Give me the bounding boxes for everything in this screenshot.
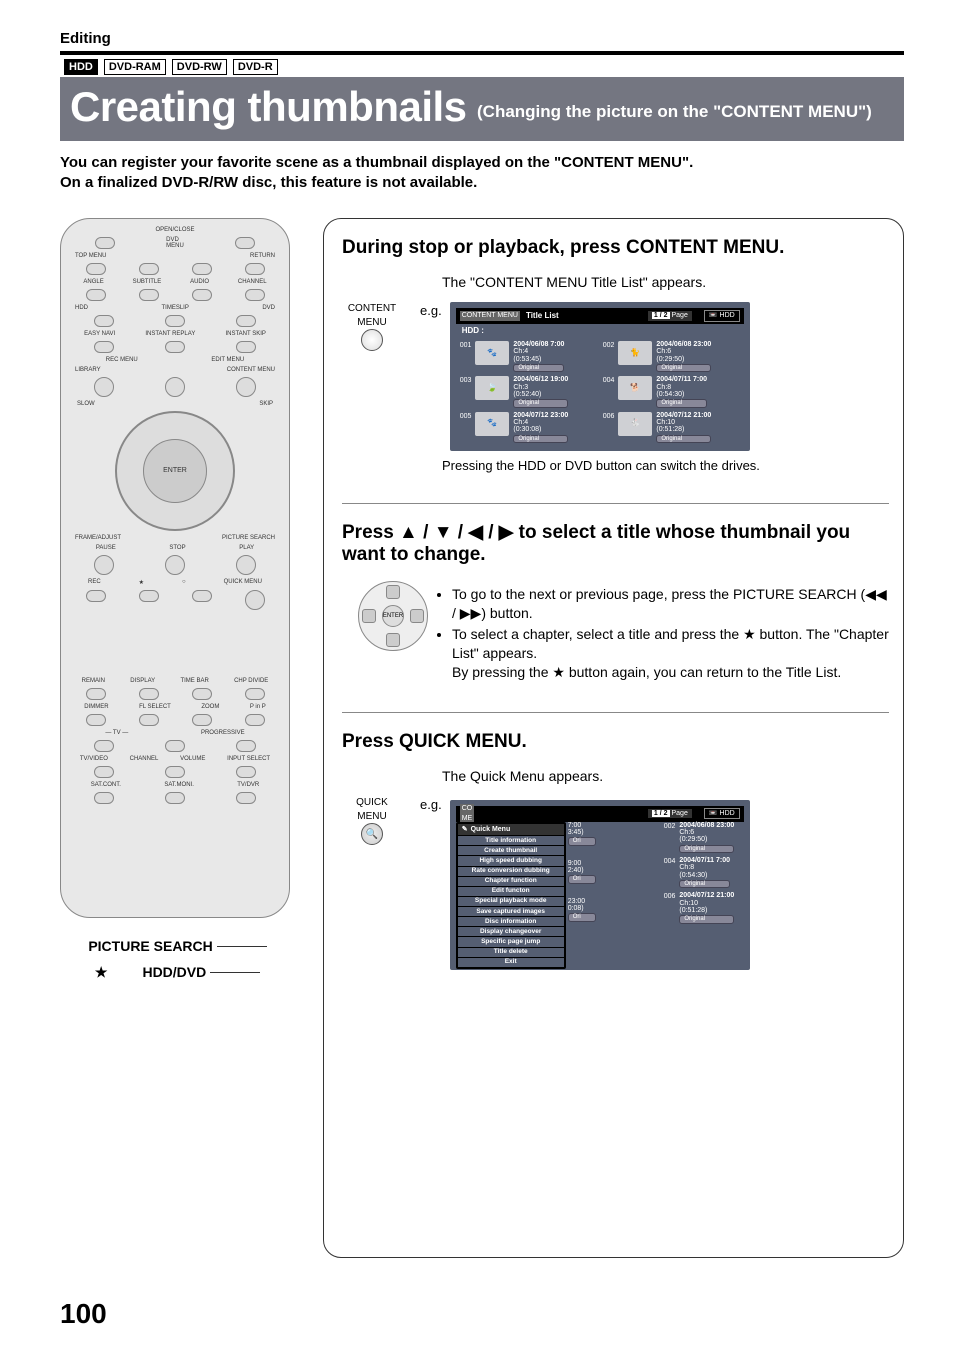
bullet: To go to the next or previous page, pres…: [452, 585, 889, 623]
eg-label-2: e.g.: [420, 796, 442, 814]
osd-quick-menu: COME 1 / 2 Page 📼 HDD ✎ Quick Menu Title…: [450, 800, 750, 970]
step1-note: Pressing the HDD or DVD button can switc…: [442, 457, 889, 475]
content-menu-button-label: CONTENT MENU: [342, 302, 402, 356]
quick-menu-button-icon: 🔍: [361, 823, 383, 845]
steps-panel: During stop or playback, press CONTENT M…: [323, 218, 904, 1258]
osd-tile: 001🐾2004/06/08 7:00Ch:4(0:53:45)Original: [460, 341, 597, 372]
qm-item: Title delete: [458, 948, 564, 957]
step-3: Press QUICK MENU. The Quick Menu appears…: [342, 731, 889, 970]
step3-title: Press QUICK MENU.: [342, 731, 889, 754]
callout-picture-search: PICTURE SEARCH: [60, 938, 295, 954]
bullet: To select a chapter, select a title and …: [452, 625, 889, 682]
page-subtitle: (Changing the picture on the "CONTENT ME…: [477, 102, 872, 121]
star-icon: ★: [743, 625, 756, 644]
osd-tile: 006🐇2004/07/12 21:00Ch:10(0:51:28)Origin…: [603, 412, 740, 443]
qm-item: Exit: [458, 958, 564, 967]
qm-item: Rate conversion dubbing: [458, 867, 564, 876]
step-2: Press ▲ / ▼ / ◀ / ▶ to select a title wh…: [342, 522, 889, 684]
nav-cross-icon: ENTER: [358, 581, 428, 651]
osd-page: 1 / 2 Page: [648, 311, 692, 320]
osd-tile: 002🐈2004/06/08 23:00Ch:6(0:29:50)Origina…: [603, 341, 740, 372]
quick-menu-panel: ✎ Quick Menu Title information Create th…: [456, 822, 566, 969]
qm-item: Specific page jump: [458, 937, 564, 946]
step3-appears: The Quick Menu appears.: [442, 767, 889, 786]
intro-line1: You can register your favorite scene as …: [60, 153, 904, 173]
osd-title: Title List: [526, 311, 559, 322]
qm-item: Disc information: [458, 917, 564, 926]
osd-tile: 0022004/06/08 23:00Ch:6(0:29:50)Original: [664, 822, 746, 853]
callout-hdd-dvd: ★ HDD/DVD: [60, 964, 295, 981]
osd-tile: 003🍃2004/06/12 19:00Ch:3(0:52:40)Origina…: [460, 376, 597, 407]
badge-hdd: HDD: [64, 59, 98, 75]
step1-title: During stop or playback, press CONTENT M…: [342, 237, 889, 260]
osd-tile: 005🐾2004/07/12 23:00Ch:4(0:30:08)Origina…: [460, 412, 597, 443]
qm-item: Title information: [458, 836, 564, 845]
osd-logo: COME: [460, 804, 475, 823]
eg-label-1: e.g.: [420, 302, 442, 320]
osd-drive: 📼 HDD: [704, 310, 740, 321]
badge-dvdram: DVD-RAM: [104, 59, 166, 75]
osd-tile: 0062004/07/12 21:00Ch:10(0:51:28)Origina…: [664, 892, 746, 923]
qm-item: Chapter function: [458, 877, 564, 886]
intro-line2: On a finalized DVD-R/RW disc, this featu…: [60, 173, 904, 193]
quick-menu-button-label: QUICK MENU 🔍: [342, 796, 402, 845]
section-label: Editing: [60, 30, 904, 47]
qm-item: High speed dubbing: [458, 856, 564, 865]
osd-page: 1 / 2 Page: [648, 809, 692, 818]
intro-text: You can register your favorite scene as …: [60, 153, 904, 194]
osd-drive: 📼 HDD: [704, 808, 740, 819]
qm-item: Create thumbnail: [458, 846, 564, 855]
step-1: During stop or playback, press CONTENT M…: [342, 237, 889, 475]
osd-tile: 004🐕2004/07/11 7:00Ch:8(0:54:30)Original: [603, 376, 740, 407]
osd-tile: 0042004/07/11 7:00Ch:8(0:54:30)Original: [664, 857, 746, 888]
step2-bullets: To go to the next or previous page, pres…: [438, 585, 889, 683]
quick-menu-header: ✎ Quick Menu: [458, 824, 564, 835]
osd-title-list: CONTENT MENU Title List 1 / 2 Page 📼 HDD…: [450, 302, 750, 451]
osd-logo: CONTENT MENU: [460, 311, 520, 320]
title-bar: Creating thumbnails (Changing the pictur…: [60, 77, 904, 141]
content-menu-button-icon: [361, 329, 383, 351]
star-icon: ★: [552, 663, 565, 682]
media-badges: HDD DVD-RAM DVD-RW DVD-R: [64, 59, 904, 75]
qm-item: Save captured images: [458, 907, 564, 916]
page-title: Creating thumbnails: [70, 83, 467, 130]
step2-title: Press ▲ / ▼ / ◀ / ▶ to select a title wh…: [342, 522, 889, 568]
page-number: 100: [60, 1298, 107, 1330]
osd-subhead: HDD :: [456, 324, 744, 339]
step1-appears: The "CONTENT MENU Title List" appears.: [442, 273, 889, 292]
osd-grid: 001🐾2004/06/08 7:00Ch:4(0:53:45)Original…: [456, 339, 744, 445]
star-icon: ★: [95, 964, 108, 981]
qm-item: Special playback mode: [458, 897, 564, 906]
qm-item: Edit functon: [458, 887, 564, 896]
manual-page: Editing HDD DVD-RAM DVD-RW DVD-R Creatin…: [0, 0, 954, 1350]
badge-dvdrw: DVD-RW: [172, 59, 227, 75]
rule: [60, 51, 904, 55]
qm-item: Display changeover: [458, 927, 564, 936]
badge-dvdr: DVD-R: [233, 59, 278, 75]
remote-illustration: OPEN/CLOSE DVDMENU TOP MENURETURN ANGLES…: [60, 218, 290, 918]
